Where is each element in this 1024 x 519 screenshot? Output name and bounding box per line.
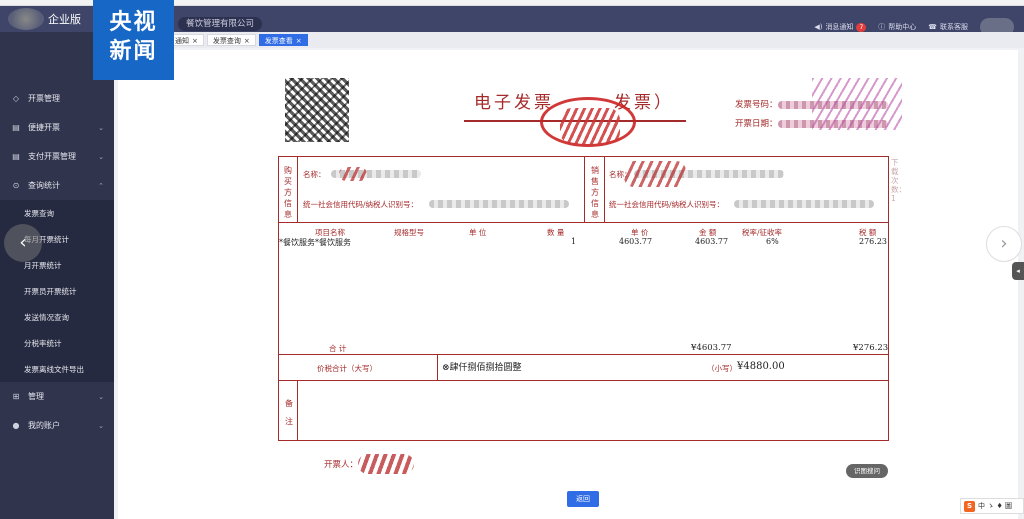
payment-icon: ▤	[12, 152, 20, 161]
buyer-section-label: 购买方信息	[284, 166, 292, 219]
notifications-button[interactable]: ◀) 消息通知 7	[814, 22, 867, 32]
sidebar-item-account[interactable]: ● 我的账户 ⌄	[0, 411, 114, 440]
company-name[interactable]: 餐饮管理有限公司	[178, 17, 263, 31]
sidebar-menu: ◇ 开票管理 ▤ 便捷开票 ⌄ ▤ 支付开票管理 ⌄ ⊙ 查询统计 ⌃ 发票查询 每月开票统计…	[0, 84, 114, 440]
close-icon[interactable]: ×	[296, 37, 302, 45]
submenu-send-status[interactable]: 发送情况查询	[0, 304, 114, 330]
notification-badge: 7	[856, 22, 867, 32]
chevron-down-icon: ⌄	[98, 392, 104, 401]
col-spec: 规格型号	[394, 228, 424, 237]
seller-section-label: 销售方信息	[591, 166, 599, 219]
chevron-down-icon: ⌄	[98, 152, 104, 161]
remark-label: 备注	[285, 399, 293, 426]
image-search-button[interactable]: 识图搜问	[846, 464, 888, 478]
ime-toolbar[interactable]: S中 ゝ ♦ 圖	[960, 498, 1024, 514]
info-icon: ⓘ	[878, 23, 886, 31]
user-icon: ●	[12, 421, 20, 430]
line-item-amount: 4603.77	[695, 237, 729, 246]
line-item-qty: 1	[571, 237, 577, 246]
grand-total-small: ¥4880.00	[737, 361, 785, 372]
headset-icon: ☎	[928, 23, 937, 31]
side-panel-toggle[interactable]: ◂	[1012, 262, 1024, 280]
buyer-tax-id-redacted	[429, 200, 569, 208]
tab-invoice-view[interactable]: 发票查看 ×	[258, 34, 308, 46]
logo-mark	[8, 8, 44, 30]
next-arrow-icon[interactable]: ›	[986, 226, 1022, 262]
buyer-tax-id-label: 统一社会信用代码/纳税人识别号：	[303, 200, 419, 209]
submenu-clerk-stats[interactable]: 开票员开票统计	[0, 278, 114, 304]
download-count: 下载次数：1	[891, 158, 906, 203]
sidebar-item-quick-invoice[interactable]: ▤ 便捷开票 ⌄	[0, 113, 114, 142]
contact-support-button[interactable]: ☎ 联系客服	[928, 22, 968, 32]
seller-tax-id-redacted	[734, 200, 874, 208]
submenu-tax-rate-stats[interactable]: 分税率统计	[0, 330, 114, 356]
sidebar-item-management[interactable]: ⊞ 管理 ⌄	[0, 382, 114, 411]
tab-notice[interactable]: 通知 ×	[169, 34, 204, 46]
line-item-tax: 276.23	[859, 237, 887, 246]
issuer-redaction	[358, 454, 414, 474]
submenu-offline-export[interactable]: 发票离线文件导出	[0, 356, 114, 382]
prev-arrow-icon[interactable]: ‹	[4, 224, 42, 262]
submenu-invoice-query[interactable]: 发票查询	[0, 200, 114, 226]
sogou-icon: S	[964, 500, 975, 512]
total-amount: ¥4603.77	[691, 343, 732, 353]
total-label: 合 计	[329, 344, 347, 353]
chevron-down-icon: ⌄	[98, 123, 104, 132]
sidebar-item-query[interactable]: ⊙ 查询统计 ⌃	[0, 171, 114, 200]
close-icon[interactable]: ×	[192, 37, 198, 45]
back-button[interactable]: 返回	[567, 491, 599, 507]
invoice-table: 购买方信息 销售方信息 名称： 统一社会信用代码/纳税人识别号： 名称： 统一社…	[278, 156, 889, 441]
line-item-name: *餐饮服务*餐饮服务	[279, 238, 351, 247]
meta-redaction	[812, 78, 902, 130]
grand-small-label: （小写）	[707, 364, 737, 373]
sidebar-item-invoicing[interactable]: ◇ 开票管理	[0, 84, 114, 113]
grid-icon: ⊞	[12, 392, 20, 401]
tab-invoice-query[interactable]: 发票查询 ×	[206, 34, 256, 46]
cctv-news-watermark: 央视 新闻	[93, 0, 174, 80]
chevron-down-icon: ⌄	[98, 421, 104, 430]
grand-total-upper: ⊗肆仟捌佰捌拾圆整	[442, 363, 522, 373]
search-icon: ⊙	[12, 181, 20, 190]
help-center-button[interactable]: ⓘ 帮助中心	[878, 22, 916, 32]
close-icon[interactable]: ×	[244, 37, 250, 45]
grand-total-label: 价税合计（大写）	[317, 364, 377, 373]
quick-invoice-icon: ▤	[12, 123, 20, 132]
col-qty: 数 量	[547, 228, 565, 237]
chevron-up-icon: ⌃	[98, 181, 104, 190]
document-icon: ◇	[12, 94, 20, 103]
line-item-rate: 6%	[766, 237, 779, 246]
seller-tax-id-label: 统一社会信用代码/纳税人识别号：	[609, 200, 725, 209]
seal-redaction	[560, 108, 620, 144]
sidebar-item-payment[interactable]: ▤ 支付开票管理 ⌄	[0, 142, 114, 171]
total-tax: ¥276.23	[853, 343, 889, 353]
col-unit: 单 位	[469, 228, 487, 237]
sidebar: ◇ 开票管理 ▤ 便捷开票 ⌄ ▤ 支付开票管理 ⌄ ⊙ 查询统计 ⌃ 发票查询 每月开票统计…	[0, 32, 114, 519]
qr-code-blur	[285, 78, 349, 142]
line-item-price: 4603.77	[619, 237, 653, 246]
tab-bar: 通知 × 发票查询 × 发票查看 ×	[114, 32, 1024, 48]
speaker-icon: ◀)	[814, 23, 823, 31]
issuer-label: 开票人：	[324, 460, 359, 470]
buyer-name-label: 名称：	[303, 170, 326, 179]
cross-circle-icon: ⊗	[442, 363, 450, 373]
